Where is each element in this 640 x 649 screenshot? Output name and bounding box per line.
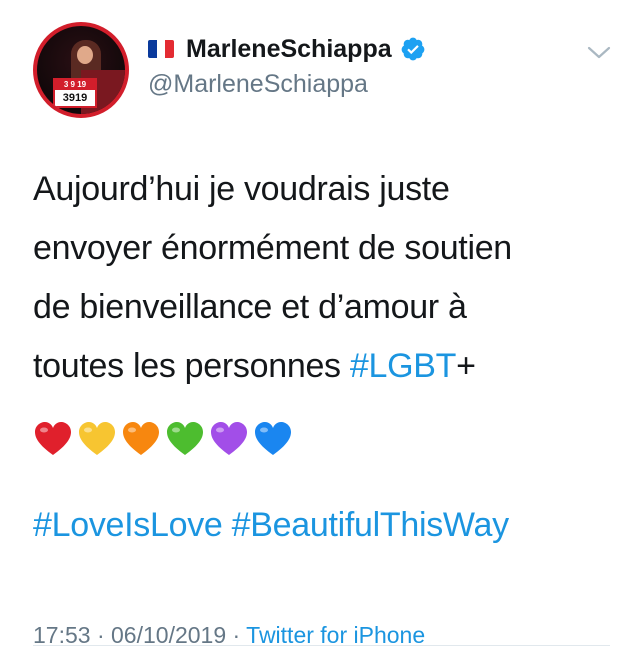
hashtag-lgbt[interactable]: #LGBT [350,347,457,385]
france-flag-icon [148,40,174,58]
heart-emoji-row [33,420,293,460]
tweet-header: MarleneSchiappa @MarleneSchiappa [148,30,620,110]
user-handle[interactable]: @MarleneSchiappa [148,70,620,99]
hashtag-line: #LoveIsLove #BeautifulThisWay [33,500,509,550]
yellow-heart-icon [79,422,115,455]
avatar-3919-badge: 3 9 19 3919 [53,78,97,108]
hashtag-loveislove[interactable]: #LoveIsLove [33,506,223,544]
purple-heart-icon [211,422,247,455]
blue-heart-icon [255,422,291,455]
verified-badge-icon [401,37,425,61]
name-row: MarleneSchiappa [148,30,620,68]
tweet-card: 3 9 19 3919 MarleneSchiappa @MarleneSchi… [0,0,640,649]
display-name[interactable]: MarleneSchiappa [186,35,392,64]
red-heart-icon [35,422,71,455]
orange-heart-icon [123,422,159,455]
chevron-down-icon[interactable] [586,44,612,62]
divider [33,645,610,646]
tweet-text-line: Aujourd’hui je voudrais juste [33,170,450,208]
tweet-text-line: envoyer énormément de soutien [33,229,512,267]
hashtag-beautifulthisway[interactable]: #BeautifulThisWay [232,506,509,544]
green-heart-icon [167,422,203,455]
tweet-text: Aujourd’hui je voudrais juste envoyer én… [33,160,623,396]
avatar[interactable]: 3 9 19 3919 [33,22,129,118]
tweet-text-line: de bienveillance et d’amour à [33,288,467,326]
tweet-text-line: toutes les personnes #LGBT+ [33,347,476,385]
